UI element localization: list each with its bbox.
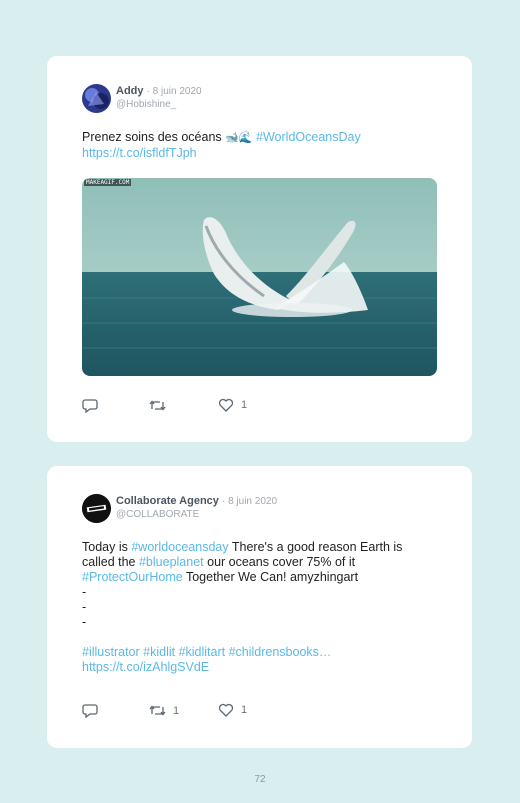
tweet-actions: 1 <box>82 398 282 414</box>
like-count: 1 <box>241 704 248 716</box>
tweet-actions: 1 1 <box>82 703 282 719</box>
retweet-button[interactable] <box>149 398 173 413</box>
like-button[interactable]: 1 <box>218 703 247 717</box>
tweet-emoji: 🐋🌊 <box>225 132 253 144</box>
media-watermark: MAKEAGIF.COM <box>84 179 132 186</box>
dash-line: - <box>82 615 87 629</box>
tweet-text-segment: called the <box>82 555 139 569</box>
author-name[interactable]: Addy <box>116 85 144 97</box>
tweet-card-2: Collaborate Agency · 8 juin 2020 @COLLAB… <box>47 466 472 748</box>
tweet-text: Prenez soins des océans 🐋🌊 #WorldOceansD… <box>82 130 437 161</box>
hashtag-link[interactable]: #blueplanet <box>139 555 204 569</box>
heart-icon <box>218 398 234 412</box>
tweet-text-segment: Together We Can! amyzhingart <box>182 570 359 584</box>
retweet-icon <box>149 705 166 716</box>
author-line: Collaborate Agency · 8 juin 2020 <box>116 495 277 507</box>
like-count: 1 <box>241 399 248 411</box>
page-number: 72 <box>254 774 266 785</box>
reply-icon <box>82 704 98 718</box>
reply-button[interactable] <box>82 703 105 718</box>
retweet-icon <box>149 400 166 411</box>
dash-line: - <box>82 585 87 599</box>
tweet-url-link[interactable]: https://t.co/isfldfTJph <box>82 146 197 160</box>
retweet-count: 1 <box>173 704 180 717</box>
tweet-text: Today is #worldoceansday There's a good … <box>82 540 437 675</box>
tweet-text-segment: There's a good reason Earth is <box>228 540 403 554</box>
avatar[interactable] <box>82 494 111 523</box>
tweet-url-link[interactable]: https://t.co/izAhlgSVdE <box>82 660 209 674</box>
hashtags-line[interactable]: #illustrator #kidlit #kidlitart #childre… <box>82 645 331 659</box>
retweet-button[interactable]: 1 <box>149 703 179 718</box>
author-line: Addy · 8 juin 2020 <box>116 85 202 97</box>
tweet-text-segment: our oceans cover 75% of it <box>203 555 356 569</box>
reply-icon <box>82 399 98 413</box>
tweet-card-1: Addy · 8 juin 2020 @Hobishine_ Prenez so… <box>47 56 472 442</box>
reply-button[interactable] <box>82 398 105 413</box>
author-handle[interactable]: @COLLABORATE <box>116 509 199 520</box>
heart-icon <box>218 703 234 717</box>
tweet-date[interactable]: · 8 juin 2020 <box>222 496 277 507</box>
hashtag-link[interactable]: #ProtectOurHome <box>82 570 183 584</box>
hashtag-link[interactable]: #WorldOceansDay <box>256 130 361 144</box>
author-handle[interactable]: @Hobishine_ <box>116 99 176 110</box>
hashtag-link[interactable]: #worldoceansday <box>131 540 228 554</box>
author-name[interactable]: Collaborate Agency <box>116 495 219 507</box>
tweet-body: Prenez soins des océans <box>82 130 226 144</box>
tweet-media-whale[interactable]: MAKEAGIF.COM <box>82 178 437 376</box>
avatar[interactable] <box>82 84 111 113</box>
like-button[interactable]: 1 <box>218 398 247 412</box>
dash-line: - <box>82 600 87 614</box>
tweet-text-segment: Today is <box>82 540 132 554</box>
tweet-date[interactable]: · 8 juin 2020 <box>147 86 202 97</box>
